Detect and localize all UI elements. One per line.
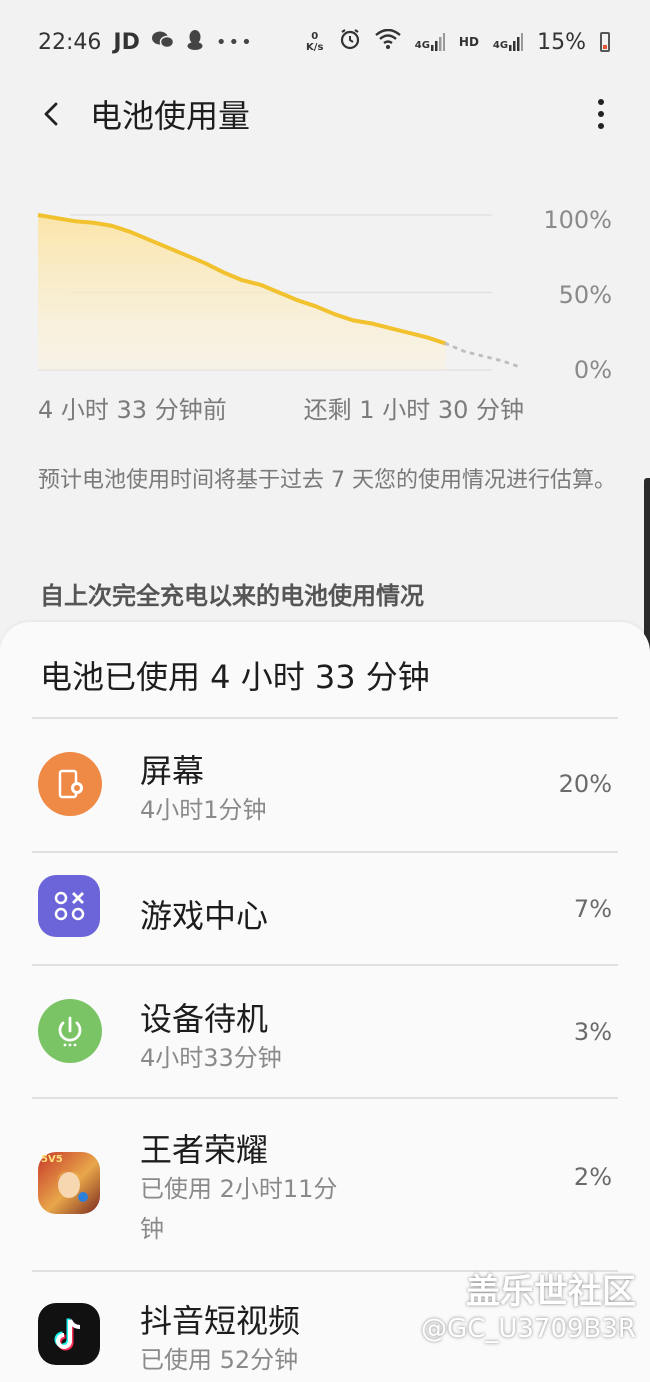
status-left: 22:46 JD ••• <box>38 29 254 56</box>
screen-icon <box>38 752 102 816</box>
battery-chart: 100% 50% 0% 4 小时 33 分钟前 还剩 1 小时 30 分钟 <box>0 190 650 430</box>
chart-start-label: 4 小时 33 分钟前 <box>38 396 227 424</box>
battery-icon <box>600 32 610 52</box>
wechat-icon <box>151 30 175 55</box>
usage-percent: 20% <box>558 770 612 798</box>
signal-icon-1: 4G <box>415 33 445 51</box>
usage-row-honor-of-kings[interactable]: 5V5 王者荣耀 已使用 2小时11分钟 2% <box>0 1099 650 1271</box>
more-vertical-icon <box>598 99 604 105</box>
power-icon <box>38 999 102 1063</box>
usage-percent: 7% <box>573 895 612 923</box>
alarm-icon <box>339 28 361 56</box>
back-arrow-icon <box>44 102 58 126</box>
more-options-button[interactable] <box>586 94 616 134</box>
hd-icon: HD <box>458 35 479 49</box>
chart-prediction-line <box>444 342 522 369</box>
app-header: 电池使用量 <box>0 84 650 144</box>
game-center-icon <box>38 875 102 939</box>
jd-icon: JD <box>113 29 140 55</box>
watermark-handle: @GC_U3709B3R <box>421 1314 636 1344</box>
estimate-note: 预计电池使用时间将基于过去 7 天您的使用情况进行估算。 <box>38 468 616 493</box>
douyin-icon <box>38 1303 102 1367</box>
honor-of-kings-icon: 5V5 <box>38 1152 102 1216</box>
back-button[interactable] <box>22 84 82 144</box>
y-tick-label: 0% <box>573 356 612 384</box>
status-bar: 22:46 JD ••• 0 K/s 4G HD 4G 15% <box>0 0 650 84</box>
usage-name: 游戏中心 <box>140 897 269 935</box>
usage-sub: 已使用 52分钟 <box>140 1346 299 1374</box>
usage-percent: 3% <box>573 1018 612 1046</box>
usage-sub: 4小时33分钟 <box>140 1044 282 1072</box>
usage-percent: 2% <box>573 1163 612 1191</box>
section-heading: 自上次完全充电以来的电池使用情况 <box>40 582 424 610</box>
y-tick-label: 50% <box>558 281 612 309</box>
battery-used-title: 电池已使用 4 小时 33 分钟 <box>40 658 430 696</box>
usage-name: 屏幕 <box>140 752 205 790</box>
usage-sub: 已使用 2小时11分钟 <box>140 1175 338 1243</box>
usage-name: 王者荣耀 <box>140 1131 269 1169</box>
chart-end-label: 还剩 1 小时 30 分钟 <box>303 396 524 424</box>
watermark-title: 盖乐世社区 <box>466 1272 636 1312</box>
usage-row-standby[interactable]: 设备待机 4小时33分钟 3% <box>0 966 650 1098</box>
net-speed-icon: 0 K/s <box>306 31 324 53</box>
usage-name: 抖音短视频 <box>140 1302 301 1340</box>
battery-percent: 15% <box>537 29 586 55</box>
usage-row-game-center[interactable]: 游戏中心 7% <box>0 853 650 965</box>
usage-name: 设备待机 <box>140 1000 269 1038</box>
usage-row-screen[interactable]: 屏幕 4小时1分钟 20% <box>0 718 650 852</box>
qq-icon <box>186 29 204 56</box>
usage-sub: 4小时1分钟 <box>140 796 267 824</box>
5v5-badge: 5V5 <box>41 1154 63 1165</box>
signal-icon-2: 4G <box>493 33 524 51</box>
more-dots-icon: ••• <box>215 31 254 53</box>
status-right: 0 K/s 4G HD 4G 15% <box>305 28 610 56</box>
wifi-icon <box>374 28 401 55</box>
page-title: 电池使用量 <box>90 97 251 135</box>
y-tick-label: 100% <box>543 206 612 234</box>
status-time: 22:46 <box>38 29 102 55</box>
